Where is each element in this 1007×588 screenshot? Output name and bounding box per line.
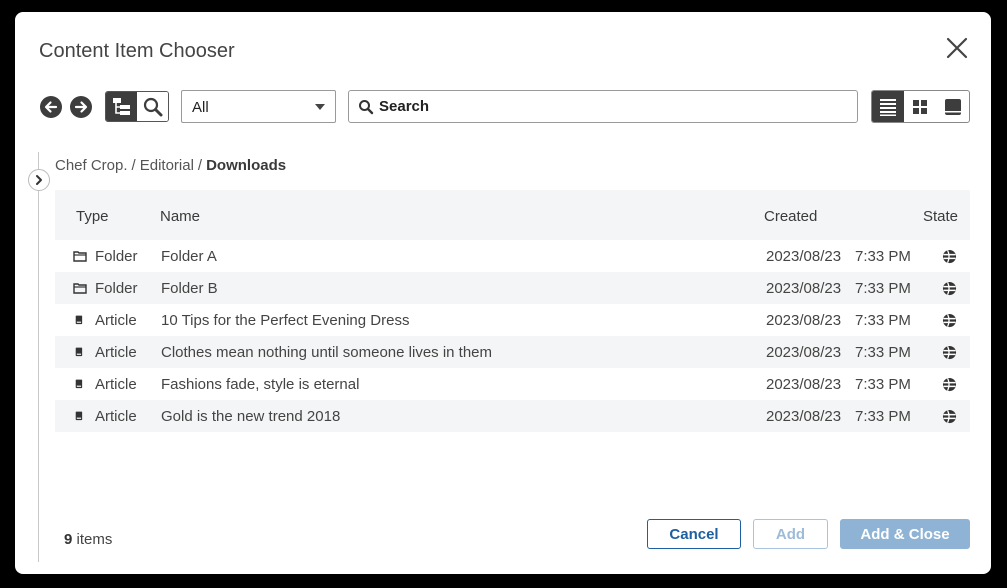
cell-created-time: 7:33 PM [855,344,911,361]
table-row[interactable]: Article Fashions fade, style is eternal 20… [55,368,970,400]
cell-created-date: 2023/08/23 [766,376,842,393]
tree-icon [112,97,130,115]
article-icon [75,411,83,421]
article-icon [75,379,83,389]
cell-name: Folder B [161,280,218,297]
content-item-chooser-dialog: Content Item Chooser All Search Chef Cro… [15,12,991,574]
list-view-button[interactable] [872,91,905,122]
item-count-value: 9 [64,531,73,548]
column-header-created[interactable]: Created [764,208,817,225]
cell-created-time: 7:33 PM [855,248,911,265]
cell-type: Article [95,344,137,361]
breadcrumb-item[interactable]: Editorial [140,157,194,174]
cell-created-time: 7:33 PM [855,376,911,393]
cell-name: 10 Tips for the Perfect Evening Dress [161,312,410,329]
table-row[interactable]: Article 10 Tips for the Perfect Evening D… [55,304,970,336]
cell-created-date: 2023/08/23 [766,248,842,265]
grid-view-button[interactable] [904,91,936,122]
published-state-icon [942,313,957,328]
cancel-button[interactable]: Cancel [647,519,741,549]
table-row[interactable]: Article Clothes mean nothing until someon… [55,336,970,368]
cell-created-time: 7:33 PM [855,408,911,425]
column-header-name[interactable]: Name [160,208,200,225]
close-button[interactable] [945,36,969,60]
preview-view-button[interactable] [937,91,969,122]
search-mode-button[interactable] [137,92,168,121]
item-count: 9 items [64,531,112,548]
cell-created-time: 7:33 PM [855,280,911,297]
published-state-icon [942,281,957,296]
add-button[interactable]: Add [753,519,828,549]
cell-type: Article [95,312,137,329]
cell-type: Folder [95,248,138,265]
chevron-down-icon [315,104,325,110]
cell-created-date: 2023/08/23 [766,344,842,361]
view-mode-toggle [871,90,970,123]
browse-mode-toggle [105,91,169,122]
list-view-icon [880,98,897,116]
cell-type: Article [95,376,137,393]
type-filter-value: All [192,99,209,116]
search-icon [359,100,374,115]
cell-type: Folder [95,280,138,297]
cell-created-time: 7:33 PM [855,312,911,329]
folder-icon [73,251,87,262]
chevron-right-icon [36,175,42,185]
arrow-left-icon [40,96,62,118]
item-count-label: items [76,531,113,548]
add-and-close-button[interactable]: Add & Close [840,519,970,549]
search-input[interactable] [379,92,849,121]
search-box [348,90,858,123]
cell-name: Gold is the new trend 2018 [161,408,341,425]
breadcrumb-separator: / [131,157,136,174]
cell-name: Folder A [161,248,217,265]
table-row[interactable]: Folder Folder B 2023/08/23 7:33 PM [55,272,970,304]
content-table: Type Name Created State Folder Folder A 20… [55,190,970,432]
cell-name: Fashions fade, style is eternal [161,376,360,393]
cell-created-date: 2023/08/23 [766,280,842,297]
published-state-icon [942,377,957,392]
breadcrumb-separator: / [197,157,203,174]
forward-button[interactable] [69,95,93,119]
published-state-icon [942,345,957,360]
close-icon [946,37,968,59]
breadcrumb-item[interactable]: Chef Crop. [55,157,128,174]
article-icon [75,315,83,325]
type-filter-select[interactable]: All [181,90,336,123]
article-icon [75,347,83,357]
published-state-icon [942,249,957,264]
cell-name: Clothes mean nothing until someone lives… [161,344,493,361]
column-header-type[interactable]: Type [76,208,109,225]
back-button[interactable] [39,95,63,119]
breadcrumb: Chef Crop. / Editorial / Downloads [55,157,286,174]
published-state-icon [942,409,957,424]
table-header: Type Name Created State [55,190,970,240]
breadcrumb-current: Downloads [206,157,287,174]
arrow-right-icon [70,96,92,118]
dialog-title: Content Item Chooser [39,40,235,62]
cell-type: Article [95,408,137,425]
magnifier-icon [143,97,162,116]
folder-icon [73,283,87,294]
expand-panel-button[interactable] [28,169,50,191]
tree-mode-button[interactable] [106,92,137,121]
cell-created-date: 2023/08/23 [766,408,842,425]
table-row[interactable]: Article Gold is the new trend 2018 2023/08… [55,400,970,432]
preview-view-icon [944,98,961,115]
table-row[interactable]: Folder Folder A 2023/08/23 7:33 PM [55,240,970,272]
cell-created-date: 2023/08/23 [766,312,842,329]
column-header-state[interactable]: State [923,208,958,225]
grid-view-icon [913,99,928,114]
side-rail [38,152,39,562]
